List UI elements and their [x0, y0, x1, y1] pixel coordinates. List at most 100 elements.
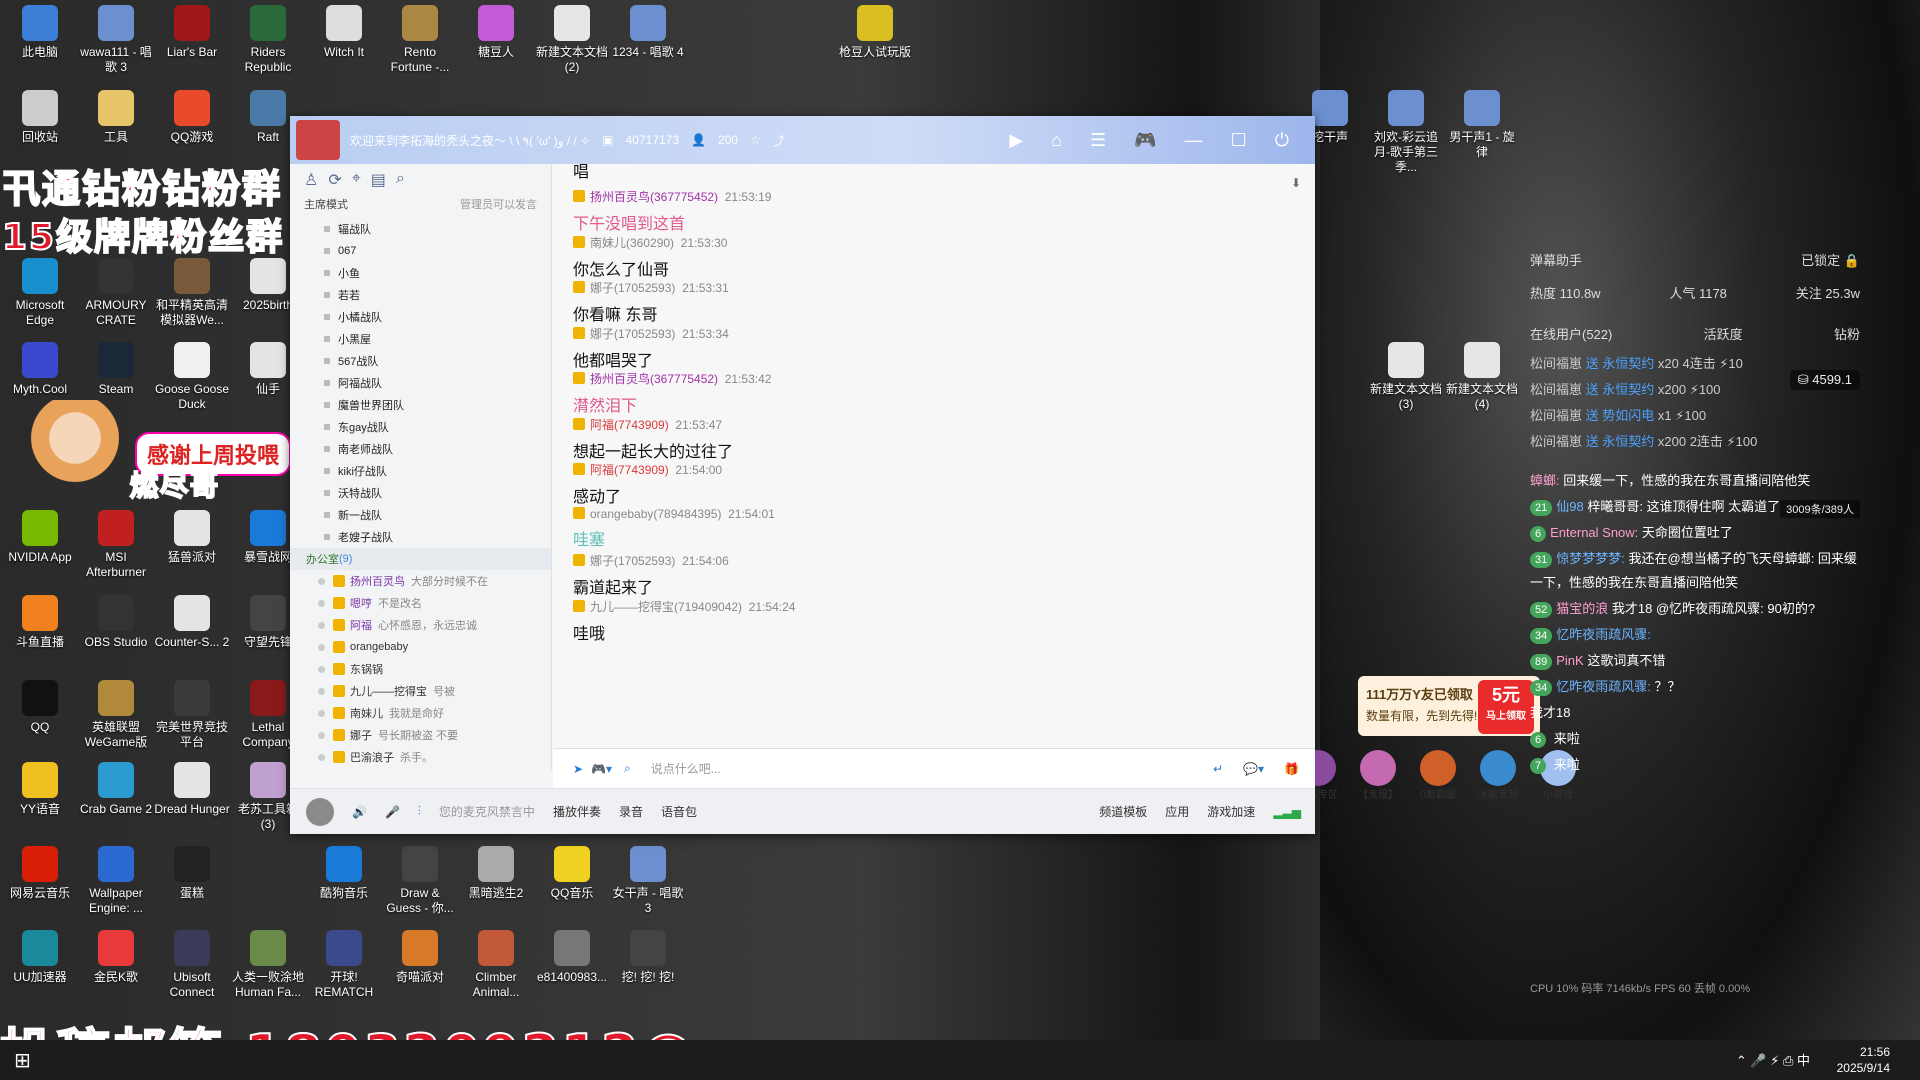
desktop-icon[interactable]: 枪豆人试玩版 [837, 5, 913, 60]
scroll-down-icon[interactable]: ⬇ [1291, 176, 1301, 190]
desktop-icon[interactable]: 金民K歌 [78, 930, 154, 985]
desktop-icon[interactable]: Myth.Cool [2, 342, 78, 397]
message-input[interactable]: 说点什么吧... [651, 760, 1213, 777]
video-icon[interactable]: ▶ [1009, 130, 1023, 151]
channel-item[interactable]: 阿福战队 [290, 372, 551, 394]
desktop-icon[interactable]: 新建文本文档 (4) [1444, 342, 1520, 412]
gamepad-small-icon[interactable]: 🎮▾ [591, 762, 612, 776]
promo-cta-button[interactable]: 5元 马上领取 [1478, 680, 1534, 734]
desktop-icon[interactable]: 开球! REMATCH [306, 930, 382, 1000]
send-arrow-icon[interactable]: ➤ [573, 762, 583, 776]
desktop-icon[interactable]: Draw & Guess - 你... [382, 846, 458, 916]
channel-item[interactable]: 南老师战队 [290, 438, 551, 460]
sender-name[interactable]: 娜子(17052593) [590, 281, 675, 295]
desktop-icon[interactable]: Climber Animal... [458, 930, 534, 1000]
desktop-icon[interactable]: 此电脑 [2, 5, 78, 60]
emoji-search-icon[interactable]: ⌕ [624, 761, 631, 776]
channel-item[interactable]: 辐战队 [290, 218, 551, 240]
desktop-icon[interactable]: 蛋糕 [154, 846, 230, 901]
apps-button[interactable]: 应用 [1165, 803, 1189, 820]
desktop-icon[interactable]: Counter-S... 2 [154, 595, 230, 650]
desktop-icon[interactable]: wawa111 - 唱歌 3 [78, 5, 154, 75]
sender-name[interactable]: orangebaby(789484395) [590, 507, 721, 521]
desktop-icon[interactable]: NVIDIA App [2, 510, 78, 565]
desktop-icon[interactable]: YY语音 [2, 762, 78, 817]
voice-pack-button[interactable]: 语音包 [661, 803, 697, 820]
channel-item[interactable]: 老嫂子战队 [290, 526, 551, 548]
channel-item[interactable]: 魔兽世界团队 [290, 394, 551, 416]
channel-item[interactable]: 小黑屋 [290, 328, 551, 350]
desktop-icon[interactable]: Witch It [306, 5, 382, 60]
user-item[interactable]: 九儿——挖得宝 号被 [290, 680, 551, 702]
window-titlebar[interactable]: 欢迎来到李拓海的秃头之夜～ \ \ ٩( 'ω' )و / / ✧ ▣ 4071… [290, 116, 1315, 164]
user-item[interactable]: 扬州百灵鸟 大部分时候不在 [290, 570, 551, 592]
desktop-icon[interactable]: 奇喵派对 [382, 930, 458, 985]
start-icon[interactable]: ⊞ [14, 1048, 31, 1073]
channel-item[interactable]: 若若 [290, 284, 551, 306]
mixer-icon[interactable]: ⫶ [418, 804, 421, 819]
desktop-icon[interactable]: Dread Hunger [154, 762, 230, 817]
channel-item[interactable]: 小橘战队 [290, 306, 551, 328]
user-item[interactable]: 东锅锅 [290, 658, 551, 680]
speaker-icon[interactable]: 🔊 [352, 805, 367, 819]
desktop-icon[interactable]: QQ游戏 [154, 90, 230, 145]
enter-icon[interactable]: ↵ [1213, 762, 1223, 776]
desktop-icon[interactable]: 糖豆人 [458, 5, 534, 60]
channel-item[interactable]: 新一战队 [290, 504, 551, 526]
game-shortcut[interactable]: 【鬼服】 [1353, 750, 1403, 801]
desktop-icon[interactable]: e81400983... [534, 930, 610, 985]
notes-icon[interactable]: ▤ [371, 170, 386, 190]
desktop-icon[interactable]: 挖! 挖! 挖! [610, 930, 686, 985]
sender-name[interactable]: 阿福(7743909) [590, 418, 669, 432]
sender-name[interactable]: 九儿——挖得宝(719409042) [590, 600, 742, 614]
desktop-icon[interactable]: 新建文本文档 (3) [1368, 342, 1444, 412]
tray-icons[interactable]: ⌃ 🎤 ⚡ ⎙ 中 [1736, 1050, 1810, 1069]
gamepad-icon[interactable]: 🎮 [1134, 130, 1156, 151]
desktop-icon[interactable]: 酷狗音乐 [306, 846, 382, 901]
channel-item[interactable]: 567战队 [290, 350, 551, 372]
desktop-icon[interactable]: 男干声1 - 旋律 [1444, 90, 1520, 160]
room-avatar[interactable] [296, 120, 340, 160]
user-item[interactable]: orangebaby [290, 636, 551, 658]
sender-name[interactable]: 娜子(17052593) [590, 554, 675, 568]
office-channel[interactable]: 办公室 (9) [290, 548, 551, 570]
desktop-icon[interactable]: 英雄联盟WeGame版 [78, 680, 154, 750]
channel-item[interactable]: 东gay战队 [290, 416, 551, 438]
sender-name[interactable]: 扬州百灵鸟(367775452) [590, 190, 718, 204]
user-item[interactable]: 巴渝浪子 杀手。 [290, 746, 551, 768]
channel-item[interactable]: kiki仔战队 [290, 460, 551, 482]
clock[interactable]: 21:56 2025/9/14 [1837, 1044, 1890, 1076]
maximize-icon[interactable]: ☐ [1231, 130, 1247, 151]
desktop-icon[interactable]: 1234 - 唱歌 4 [610, 5, 686, 60]
mode-select[interactable]: 主席模式 [304, 196, 348, 218]
desktop-icon[interactable]: 工具 [78, 90, 154, 145]
desktop-icon[interactable]: Microsoft Edge [2, 258, 78, 328]
desktop-icon[interactable]: 完美世界竞技平台 [154, 680, 230, 750]
tab-diamond[interactable]: 钻粉 [1834, 324, 1860, 343]
channel-template-button[interactable]: 频道模板 [1099, 803, 1147, 820]
desktop-icon[interactable]: UU加速器 [2, 930, 78, 985]
desktop-icon[interactable]: Crab Game 2 [78, 762, 154, 817]
refresh-icon[interactable]: ⟳ [328, 170, 341, 190]
desktop-icon[interactable]: QQ音乐 [534, 846, 610, 901]
game-shortcut[interactable]: 冰脑鬼服 [1473, 750, 1523, 801]
share-icon[interactable]: ⤴ [773, 132, 785, 149]
record-button[interactable]: 录音 [619, 803, 643, 820]
desktop-icon[interactable]: QQ [2, 680, 78, 735]
user-item[interactable]: 南妹儿 我就是命好 [290, 702, 551, 724]
desktop-icon[interactable]: MSI Afterburner [78, 510, 154, 580]
desktop-icon[interactable]: OBS Studio [78, 595, 154, 650]
desktop-icon[interactable]: 猛兽派对 [154, 510, 230, 565]
game-shortcut[interactable]: 0氪霸服 [1413, 750, 1463, 801]
bubble-icon[interactable]: 💬▾ [1243, 762, 1264, 776]
favorite-icon[interactable]: ☆ [750, 133, 761, 147]
ime-indicator[interactable]: 中 [1797, 1053, 1810, 1068]
desktop-icon[interactable]: Ubisoft Connect [154, 930, 230, 1000]
desktop-icon[interactable]: ARMOURY CRATE [78, 258, 154, 328]
desktop-icon[interactable]: 女干声 - 唱歌 3 [610, 846, 686, 916]
channel-item[interactable]: 067 [290, 240, 551, 262]
user-item[interactable]: 娜子 号长期被盗 不要 [290, 724, 551, 746]
list-icon[interactable]: ☰ [1090, 130, 1106, 151]
gift-icon[interactable]: 🎁 [1284, 762, 1299, 776]
desktop-icon[interactable]: Liar's Bar [154, 5, 230, 60]
